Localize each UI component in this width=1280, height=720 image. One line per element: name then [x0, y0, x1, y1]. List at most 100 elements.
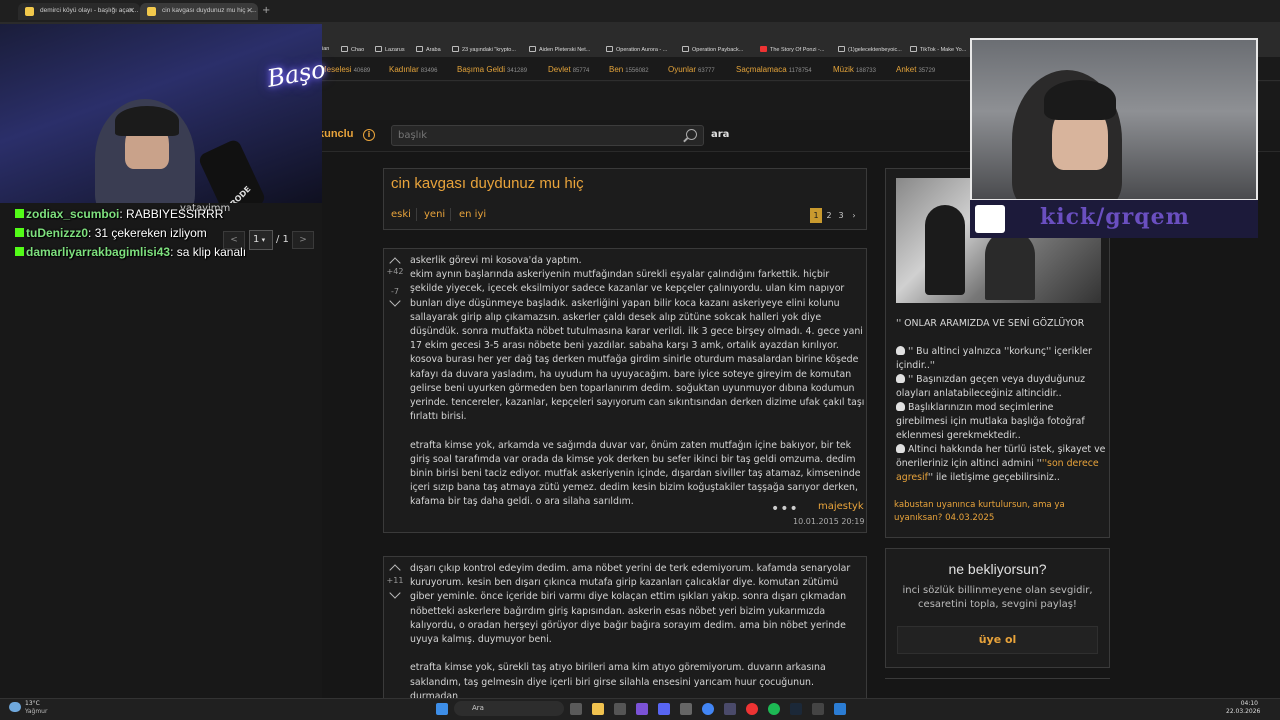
chat-message: zodiax_scumboi: RABBIYESSIRRR	[15, 207, 223, 221]
rule-item: Altinci hakkında her türlü istek, şikaye…	[896, 444, 1106, 483]
app-icon[interactable]	[724, 703, 736, 715]
app-icon[interactable]	[614, 703, 626, 715]
clock-date[interactable]: 22.03.2026	[1226, 708, 1260, 715]
new-tab-icon[interactable]: +	[262, 5, 270, 16]
bookmark[interactable]: Aiden Pleterski Net...	[529, 46, 590, 53]
discord-icon[interactable]	[658, 703, 670, 715]
bookmark[interactable]: (1)gelecektenbeyoic...	[838, 46, 902, 53]
page-icon	[606, 46, 613, 52]
browser-tab-active[interactable]: cin kavgası duydunuz mu hiç - ... ✕	[140, 3, 258, 20]
category-link[interactable]: Anket 35729	[896, 65, 935, 74]
entry-text: askerlik görevi mi kosova'da yaptım. eki…	[410, 255, 865, 508]
start-menu-icon[interactable]	[436, 703, 448, 715]
weather-temp[interactable]: 13°C	[25, 700, 40, 707]
sort-oldest[interactable]: eski	[391, 209, 411, 220]
entry-author[interactable]: majestyk	[818, 501, 864, 512]
bookmark[interactable]: Operation Aurora - ...	[606, 46, 667, 53]
signup-title: ne bekliyorsun?	[948, 561, 1047, 577]
app-icon[interactable]	[812, 703, 824, 715]
upvote-count: +42	[386, 267, 404, 276]
kick-badge-icon	[15, 209, 24, 218]
chrome-icon[interactable]	[702, 703, 714, 715]
category-link[interactable]: Oyunlar 63777	[668, 65, 715, 74]
clock-time[interactable]: 04:10	[1226, 700, 1258, 707]
channel-footer-link[interactable]: kabustan uyanınca kurtulursun, ama ya uy…	[894, 499, 1104, 525]
browser-tab[interactable]: demirci köyü olayı - başlığı açan... ✕	[18, 3, 140, 20]
ghost-figure	[985, 230, 1035, 300]
skull-icon	[896, 402, 905, 411]
microphone	[197, 137, 267, 203]
category-link[interactable]: Müzik 188733	[833, 65, 876, 74]
skull-icon	[896, 374, 905, 383]
page-icon	[838, 46, 845, 52]
bookmark[interactable]: Araba	[416, 46, 441, 53]
app-icon[interactable]	[636, 703, 648, 715]
bookmark[interactable]: ian	[322, 46, 329, 52]
category-link[interactable]: Devlet 85774	[548, 65, 589, 74]
category-link[interactable]: Ben 1556082	[609, 65, 649, 74]
entry-date[interactable]: 10.01.2015 20:19	[793, 517, 864, 526]
bookmark[interactable]: TikTok - Make Yo...	[910, 46, 966, 53]
folder-icon	[341, 46, 348, 52]
close-icon[interactable]: ✕	[246, 6, 253, 15]
tab-favicon-icon	[147, 7, 156, 16]
info-icon[interactable]: i	[363, 129, 375, 141]
category-link[interactable]: Başıma Geldi 341289	[457, 65, 527, 74]
tiktok-icon	[910, 46, 917, 52]
rule-item: Başlıklarınızın mod seçimlerine girebilm…	[896, 402, 1085, 441]
page-icon	[452, 46, 459, 52]
youtube-icon	[760, 46, 767, 52]
app-icon[interactable]	[834, 703, 846, 715]
upvote-count: +11	[386, 576, 404, 585]
kick-badge-icon	[15, 228, 24, 237]
category-link[interactable]: Meselesi 40689	[320, 65, 370, 74]
steam-icon[interactable]	[790, 703, 802, 715]
search-icon[interactable]	[686, 129, 697, 140]
search-input[interactable]	[391, 125, 704, 146]
guest-webcam	[970, 38, 1258, 201]
file-explorer-icon[interactable]	[592, 703, 604, 715]
spotify-icon[interactable]	[768, 703, 780, 715]
channel-headline: '' ONLAR ARAMIZDA VE SENİ GÖZLÜYOR	[896, 318, 1085, 329]
page-link[interactable]: 3	[835, 208, 847, 223]
rule-item: '' Bu altinci yalnızca ''korkunç'' içeri…	[896, 346, 1092, 371]
streamer-hair	[115, 106, 179, 136]
chat-message: damarliyarrakbagimlisi43: sa klip kanalı	[15, 245, 246, 259]
category-link[interactable]: Saçmalamaca 1178754	[736, 65, 812, 74]
weather-icon[interactable]	[9, 702, 21, 712]
topic-title[interactable]: cin kavgası duydunuz mu hiç	[391, 175, 584, 192]
tab-favicon-icon	[25, 7, 34, 16]
signup-button[interactable]: üye ol	[897, 626, 1098, 654]
divider	[416, 208, 417, 221]
sort-newest[interactable]: yeni	[424, 209, 445, 220]
bookmark[interactable]: 23 yaşındaki "krypto...	[452, 46, 516, 53]
rule-item: '' Başınızdan geçen veya duyduğunuz olay…	[896, 374, 1086, 399]
signup-text: inci sözlük billinmeyene olan sevgidir, …	[902, 585, 1093, 610]
streamer-webcam: RODE	[0, 24, 322, 203]
search-button[interactable]: ara	[711, 129, 729, 140]
next-page-button[interactable]: >	[292, 231, 314, 249]
divider	[450, 208, 451, 221]
bookmark[interactable]: Chao	[341, 46, 364, 53]
ghost-figure	[925, 205, 965, 295]
page-select[interactable]: 1 ▾	[249, 230, 273, 250]
bookmark[interactable]: The Story Of Ponzi -...	[760, 46, 824, 53]
category-link[interactable]: Kadınlar 83496	[389, 65, 437, 74]
taskbar-search[interactable]: Ara	[454, 701, 564, 716]
page-link[interactable]: 2	[823, 208, 835, 223]
folder-icon	[375, 46, 382, 52]
bookmark[interactable]: Operation Payback...	[682, 46, 743, 53]
sort-best[interactable]: en iyi	[459, 209, 486, 220]
app-icon[interactable]	[680, 703, 692, 715]
browser-tab-bar: demirci köyü olayı - başlığı açan... ✕ c…	[0, 0, 1280, 22]
bookmark[interactable]: Lazarus	[375, 46, 405, 53]
weather-desc[interactable]: Yağmur	[25, 708, 47, 715]
site-logo[interactable]: kunclu	[318, 128, 353, 140]
next-page-link[interactable]: ›	[848, 208, 860, 223]
task-view-icon[interactable]	[570, 703, 582, 715]
app-icon[interactable]	[746, 703, 758, 715]
divider	[885, 678, 1110, 679]
close-icon[interactable]: ✕	[128, 6, 135, 15]
page-link-active[interactable]: 1	[810, 208, 822, 223]
more-options-icon[interactable]: •••	[771, 501, 799, 517]
